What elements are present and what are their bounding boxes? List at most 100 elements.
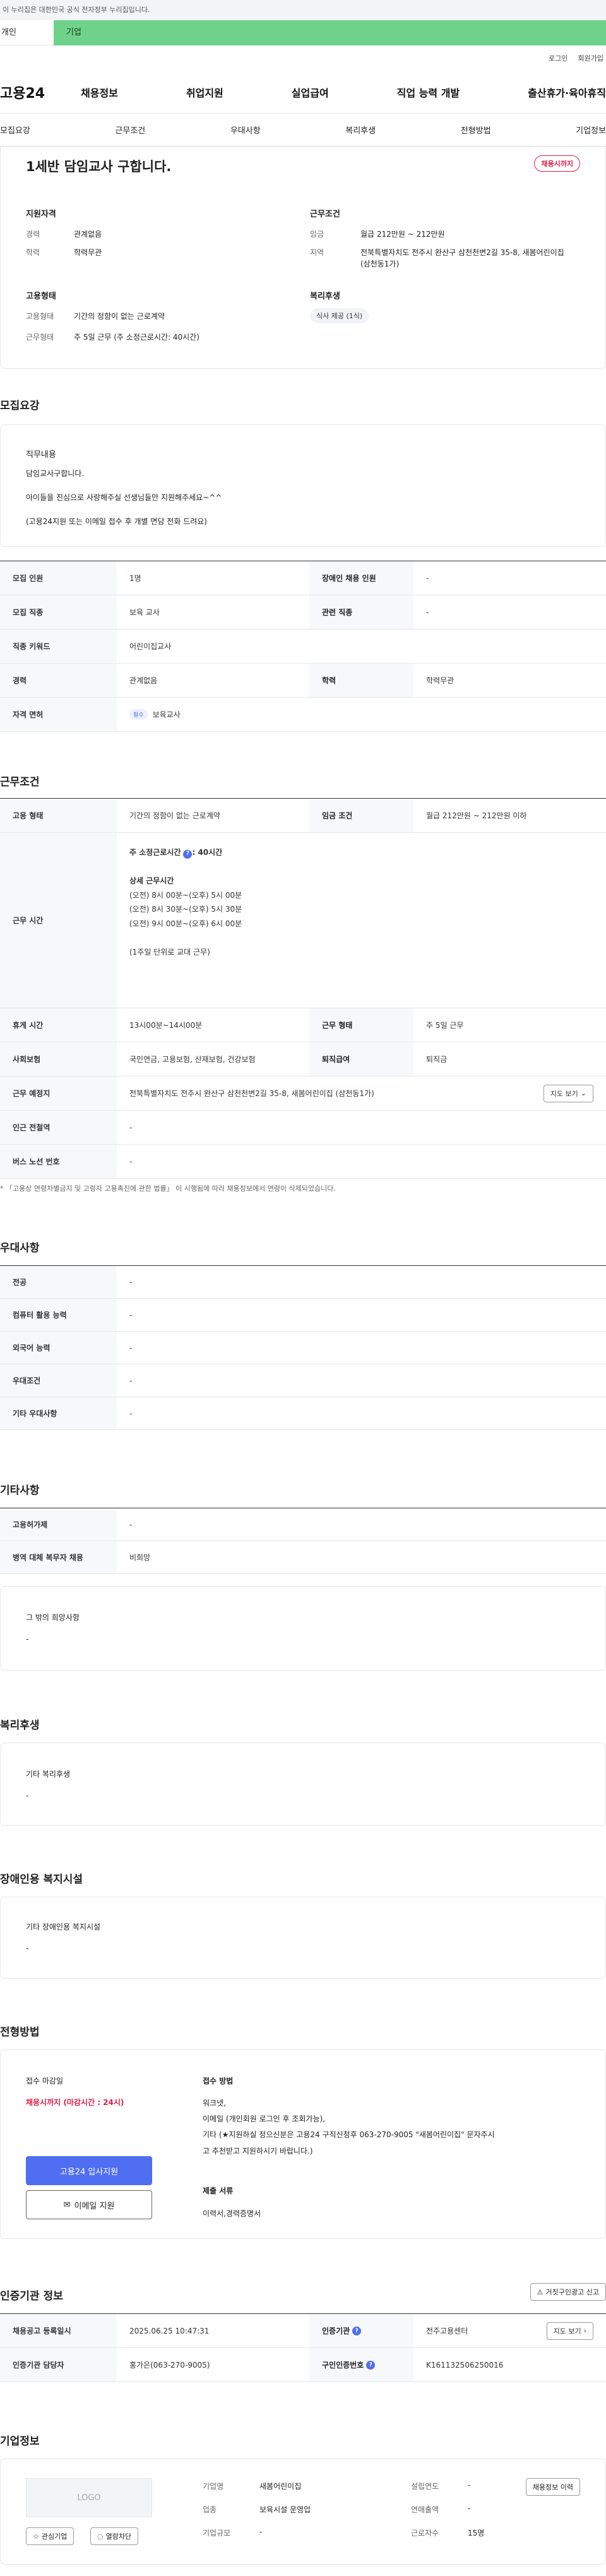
help-icon[interactable]: ?: [183, 849, 193, 859]
duty-line: (고용24지원 또는 이메일 접수 후 개별 면담 전화 드려요): [26, 517, 207, 526]
tab-company[interactable]: 기업정보: [576, 124, 606, 136]
login-link[interactable]: 로그인: [549, 53, 567, 63]
row-label: 전공: [0, 1266, 117, 1298]
block-view-button[interactable]: ◌ 열람차단: [90, 2527, 139, 2545]
row-value: -: [129, 1277, 133, 1287]
row-label: 임금 조건: [309, 799, 413, 832]
hours-total-value: : 40시간: [192, 848, 223, 857]
alert-icon: ⚠: [537, 2287, 544, 2296]
segment-personal[interactable]: 개인: [0, 20, 54, 45]
help-icon[interactable]: ?: [352, 2326, 362, 2335]
required-badge: 필수: [129, 709, 148, 720]
gnb-item-employment-support[interactable]: 취업지원: [186, 85, 223, 100]
row-value: -: [129, 1409, 133, 1418]
emp-title: 고용형태: [26, 292, 56, 301]
duty-line: 담임교사구합니다.: [26, 469, 85, 478]
favorite-company-button[interactable]: ☆ 관심기업: [26, 2527, 74, 2545]
join-link[interactable]: 회원가입: [578, 53, 603, 63]
row-value: 2025.06.25 10:47:31: [129, 2326, 210, 2335]
tab-process[interactable]: 전형방법: [461, 124, 491, 136]
job-history-button[interactable]: 채용정보 이력: [525, 2478, 580, 2496]
method-line: 워크넷,: [203, 2099, 226, 2108]
apply-button[interactable]: 고용24 입사지원: [26, 2156, 152, 2185]
section-heading: 전형방법: [0, 2026, 40, 2039]
row-label: 근무 예정지: [0, 1076, 117, 1110]
tab-work[interactable]: 근무조건: [115, 124, 145, 136]
email-apply-button[interactable]: ✉ 이메일 지원: [26, 2190, 152, 2219]
gnb-item-leave[interactable]: 출산휴가·육아휴직: [528, 85, 606, 100]
mail-icon: ✉: [63, 2200, 71, 2210]
gnb-item-training[interactable]: 직업 능력 개발: [397, 85, 460, 100]
row-value: 13시00분~14시00분: [129, 1021, 203, 1030]
status-badge: 채용시까지: [534, 155, 580, 172]
row-label: 근무 시간: [0, 833, 117, 1008]
etc-table: 고용허가제 - 병역 대체 복무자 채용 비희망: [0, 1508, 606, 1574]
row-value: -: [129, 1376, 133, 1385]
qual-label: 경력: [26, 230, 40, 239]
duty-title: 직무내용: [26, 450, 56, 460]
field-label: 업종: [203, 2505, 217, 2514]
chevron-down-icon: ⌄: [580, 1089, 586, 1097]
row-value: -: [129, 1123, 133, 1132]
row-label: 구인인증번호: [322, 2361, 364, 2370]
field-value: 15명: [468, 2529, 485, 2537]
hours-line: (오전) 8시 00분~(오후) 5시 00분: [129, 890, 242, 900]
site-logo[interactable]: 고용24: [0, 82, 69, 102]
help-icon[interactable]: ?: [366, 2360, 376, 2370]
row-label: 장애인 채용 인원: [309, 561, 413, 595]
section-heading: 기타사항: [0, 1484, 40, 1497]
work-table: 고용 형태 기간의 정함이 없는 근로계약 임금 조건 월급 212만원 ~ 212만…: [0, 798, 606, 1179]
report-fake-ad-button[interactable]: ⚠ 거짓구인광고 신고: [530, 2283, 606, 2301]
row-label: 기타 우대사항: [0, 1397, 117, 1429]
chevron-right-icon: ›: [583, 2327, 586, 2335]
gnb-item-jobs[interactable]: 채용정보: [81, 85, 118, 100]
qual-label: 학력: [26, 248, 40, 257]
logo-label: LOGO: [77, 2493, 101, 2503]
disabled-card: 기타 장애인용 복지시설 -: [0, 1897, 606, 1979]
summary-card: 1세반 담임교사 구합니다. 채용시까지 지원자격 경력 관계없음 학력 학력무…: [0, 146, 606, 369]
hours-line: (오전) 9시 00분~(오후) 6시 00분: [129, 919, 242, 929]
method-line: 기타 (★지원하실 정으신분은 고용24 구직신청후 063-270-9005 …: [203, 2130, 495, 2140]
duty-card: 직무내용 담임교사구합니다. 아이들을 진심으로 사랑해주실 선생님들만 지원해…: [0, 424, 606, 547]
field-label: 연매출액: [411, 2505, 439, 2514]
row-label: 버스 노선 번호: [0, 1145, 117, 1178]
welfare-card: 기타 복리후생 -: [0, 1743, 606, 1826]
deadline-value: 채용시까지 (마감시간 : 24시): [26, 2098, 124, 2107]
docs-value: 이력서,경력증명서: [203, 2209, 261, 2218]
row-label: 인근 전철역: [0, 1111, 117, 1144]
tab-recruit[interactable]: 모집요강: [0, 124, 30, 136]
row-value: 보육교사: [152, 710, 181, 719]
tab-preference[interactable]: 우대사항: [230, 124, 261, 136]
row-label: 외국어 능력: [0, 1332, 117, 1364]
row-value: -: [129, 1343, 133, 1352]
section-heading: 복리후생: [0, 1719, 40, 1732]
field-label: 근로자수: [411, 2529, 439, 2537]
agency-map-button[interactable]: 지도 보기 ›: [546, 2322, 593, 2340]
section-heading: 모집요강: [0, 400, 40, 412]
row-value: 학력무관: [426, 676, 454, 685]
row-label: 컴퓨터 활용 능력: [0, 1299, 117, 1331]
welfare-title: 기타 복리후생: [26, 1770, 71, 1779]
row-value: 1명: [129, 574, 141, 583]
field-label: 기업규모: [203, 2529, 231, 2537]
recruit-table: 모집 인원 1명 장애인 채용 인원 - 모집 직종 보육 교사 관련 직종 - 직종 키워…: [0, 561, 606, 732]
cond-value: 월급 212만원 ~ 212만원: [360, 230, 445, 239]
tab-welfare[interactable]: 복리후생: [345, 124, 376, 136]
emp-label: 근무형태: [26, 333, 54, 342]
welfare-value: -: [26, 1791, 29, 1800]
row-label: 모집 인원: [0, 561, 117, 595]
map-button[interactable]: 지도 보기 ⌄: [543, 1084, 593, 1102]
welfare-title: 복리후생: [310, 292, 340, 301]
segment-business[interactable]: 기업: [54, 20, 606, 45]
block-icon: ◌: [97, 2532, 104, 2541]
emp-value: 기간의 정함이 없는 근로계약: [74, 312, 165, 321]
star-icon: ☆: [33, 2532, 39, 2541]
company-logo-placeholder: LOGO: [26, 2478, 152, 2517]
cond-label: 지역: [310, 248, 324, 257]
gnb-item-unemployment[interactable]: 실업급여: [292, 85, 329, 100]
method-title: 접수 방법: [203, 2077, 234, 2085]
section-heading: 근무조건: [0, 776, 40, 789]
section-tabs: 모집요강 근무조건 우대사항 복리후생 전형방법 기업정보: [0, 114, 606, 146]
row-label: 직종 키워드: [0, 629, 117, 663]
map-button-label: 지도 보기: [550, 1089, 578, 1098]
